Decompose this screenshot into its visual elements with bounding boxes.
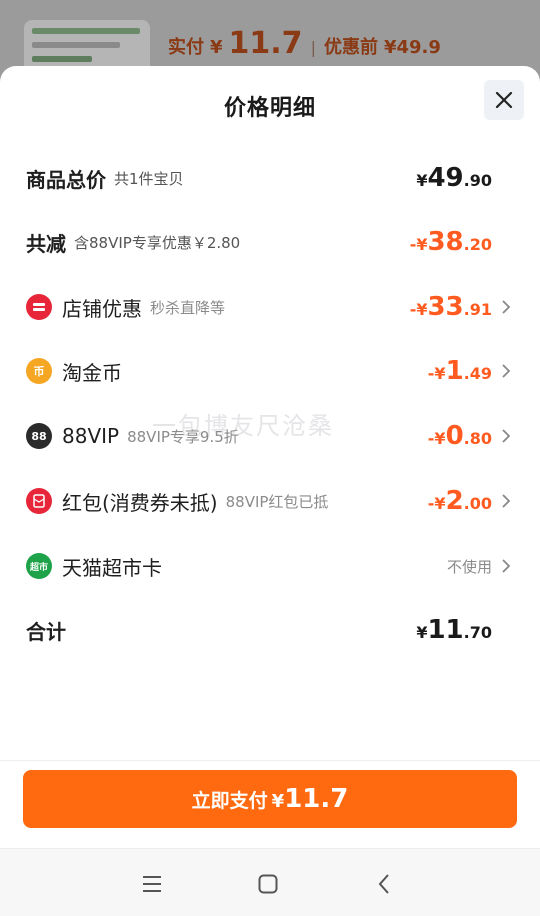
red-packet-amount: -¥ 2.00 [427,486,492,516]
paid-currency: ¥ [210,37,223,58]
background-price: 实付 ¥ 11.7 | 优惠前 ¥49.9 [168,26,441,66]
red-packet-icon [26,488,52,514]
reduction-sub: 含88VIP专享优惠￥2.80 [74,233,241,252]
home-nav-button[interactable] [253,869,283,899]
store-discount-sub: 秒杀直降等 [150,298,226,317]
chevron-right-icon [502,429,511,443]
paid-value: 11.7 [228,26,303,61]
menu-nav-button[interactable] [137,869,167,899]
price-detail-sheet: 价格明细 商品总价 共1件宝贝 ¥49.90 共减 含88VIP专享优惠￥2.8… [0,66,540,848]
store-discount-amount: -¥ 33.91 [409,292,492,322]
chevron-right-icon [502,300,511,314]
sum-amount: ¥11.70 [416,615,492,645]
system-navigation-bar [0,848,540,916]
total-amount: ¥49.90 [416,163,492,193]
pay-label: 立即支付 [191,790,268,812]
coin-amount: -¥ 1.49 [427,356,492,386]
paid-label: 实付 [168,37,204,58]
watermark: 一包博友尺沧桑 [152,412,334,440]
row-taojinbi[interactable]: 币 淘金币 -¥ 1.49 [26,351,514,391]
row-total-reduction: 共减 含88VIP专享优惠￥2.80 -¥ 38.20 [26,222,514,262]
pay-currency: ¥ [271,791,285,812]
chevron-right-icon [502,494,511,508]
row-red-packet[interactable]: 红包(消费券未抵) 88VIP红包已抵 -¥ 2.00 [26,481,514,521]
card-status: 不使用 [446,557,492,576]
back-nav-button[interactable] [369,869,399,899]
close-button[interactable] [484,80,524,120]
sheet-title: 价格明细 [223,96,316,121]
store-discount-label: 店铺优惠 [62,296,142,321]
vip-icon: 88 [26,423,52,449]
coin-icon: 币 [26,358,52,384]
original-label: 优惠前 [323,37,378,58]
red-packet-label: 红包(消费券未抵) [62,490,218,515]
close-icon [495,91,513,109]
row-store-discount[interactable]: 店铺优惠 秒杀直降等 -¥ 33.91 [26,287,514,327]
sum-label: 合计 [26,619,66,644]
vip-label: 88VIP [62,424,120,448]
footer-divider [0,760,540,761]
chevron-right-icon [502,364,511,378]
vip-amount: -¥ 0.80 [427,421,492,451]
total-label: 商品总价 [26,167,106,192]
price-separator: | [310,38,316,57]
supermarket-card-icon: 超市 [26,553,52,579]
home-icon [258,874,278,894]
row-total-price: 商品总价 共1件宝贝 ¥49.90 [26,158,514,198]
total-sub: 共1件宝贝 [114,169,184,188]
store-discount-icon [26,294,52,320]
pay-now-button[interactable]: 立即支付 ¥ 11.7 [23,770,517,828]
back-icon [378,874,389,894]
row-sum: 合计 ¥11.70 [26,610,514,650]
menu-icon [143,876,161,892]
reduction-amount: -¥ 38.20 [409,227,492,257]
reduction-label: 共减 [26,231,66,256]
pay-amount: 11.7 [284,784,349,814]
chevron-right-icon [502,559,511,573]
card-label: 天猫超市卡 [62,555,162,580]
coin-label: 淘金币 [62,360,122,385]
original-price: ¥49.9 [383,37,441,58]
row-tmall-card[interactable]: 超市 天猫超市卡 不使用 [26,546,514,586]
red-packet-sub: 88VIP红包已抵 [225,492,329,511]
